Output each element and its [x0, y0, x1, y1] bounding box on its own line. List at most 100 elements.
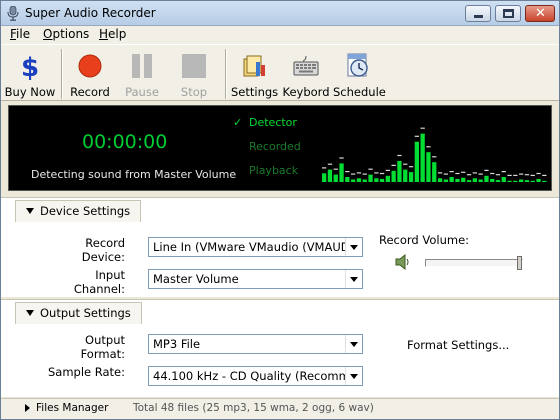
- spectrum-bar: [472, 178, 477, 182]
- dropdown-arrow-icon: [345, 367, 362, 385]
- record-device-value: Line In (VMware VMaudio (VMAUDIO) (V: [153, 240, 363, 254]
- spectrum-peak: [524, 174, 530, 176]
- spectrum-bar: [507, 180, 512, 182]
- record-device-select[interactable]: Line In (VMware VMaudio (VMAUDIO) (V: [148, 237, 363, 257]
- spectrum-bar: [322, 173, 327, 182]
- spectrum-peak: [443, 173, 448, 175]
- spectrum-peak: [333, 168, 338, 170]
- spectrum-peak: [356, 172, 362, 174]
- schedule-button[interactable]: Schedule: [333, 49, 386, 99]
- mode-recorded[interactable]: Recorded: [249, 140, 301, 153]
- spectrum-bar: [420, 133, 425, 182]
- input-channel-select[interactable]: Master Volume: [148, 269, 363, 289]
- sample-rate-select[interactable]: 44.100 kHz - CD Quality (Recommend): [148, 366, 363, 386]
- menu-bar: File Options Help: [1, 26, 559, 44]
- format-settings-link[interactable]: Format Settings...: [407, 338, 509, 352]
- spectrum-peak: [478, 173, 483, 175]
- schedule-icon: [347, 53, 368, 77]
- spectrum-bar: [379, 178, 385, 182]
- output-settings-title: Output Settings: [40, 306, 131, 320]
- settings-icon: [243, 55, 265, 77]
- spectrum-peak: [455, 172, 460, 175]
- spectrum-bar: [501, 177, 506, 182]
- close-icon: ✕: [535, 6, 546, 21]
- output-settings-header[interactable]: Output Settings: [15, 302, 142, 324]
- spectrum-bar: [414, 141, 419, 182]
- menu-file[interactable]: File: [10, 27, 30, 41]
- mode-detector[interactable]: Detector: [249, 116, 297, 129]
- app-window: Super Audio Recorder ✕ File Options Help…: [0, 0, 560, 420]
- minimize-button[interactable]: [465, 5, 491, 22]
- spectrum-peak: [362, 173, 367, 175]
- spectrum-bar: [351, 179, 356, 182]
- spectrum-peak: [327, 163, 333, 165]
- settings-label: Settings: [231, 85, 279, 99]
- stop-icon: [182, 54, 206, 78]
- spectrum-bar: [333, 174, 338, 182]
- toolbar-separator: [61, 49, 63, 99]
- schedule-label: Schedule: [333, 85, 386, 99]
- window-title: Super Audio Recorder: [25, 6, 156, 20]
- spectrum-bar: [345, 177, 350, 182]
- stop-button[interactable]: Stop: [171, 49, 217, 99]
- microphone-icon: [7, 6, 19, 21]
- spectrum-peak: [437, 172, 443, 174]
- buy-now-label: Buy Now: [4, 85, 56, 99]
- collapse-arrow-icon: [26, 208, 34, 214]
- title-bar[interactable]: Super Audio Recorder ✕: [1, 1, 559, 26]
- buy-now-button[interactable]: $ Buy Now: [3, 49, 57, 99]
- toolbar-separator: [225, 49, 227, 99]
- spectrum-peak: [490, 172, 495, 175]
- spectrum-peak: [530, 174, 535, 176]
- record-volume-track[interactable]: [425, 259, 523, 267]
- files-summary: Total 48 files (25 mp3, 15 wma, 2 ogg, 6…: [133, 402, 374, 414]
- spectrum-bar: [449, 177, 454, 182]
- spectrum-bar: [536, 178, 541, 182]
- spectrum-peak: [507, 174, 512, 176]
- spectrum-bar: [426, 152, 431, 182]
- files-manager-label[interactable]: Files Manager: [36, 402, 108, 414]
- maximize-button[interactable]: [495, 5, 521, 22]
- keyboard-icon: [293, 56, 319, 76]
- spectrum-bar: [455, 178, 460, 182]
- spectrum-bar: [368, 174, 373, 182]
- record-button[interactable]: Record: [67, 49, 113, 99]
- spectrum-bar: [490, 178, 495, 182]
- spectrum-bar: [374, 178, 379, 182]
- device-settings-header[interactable]: Device Settings: [15, 200, 142, 222]
- menu-help[interactable]: Help: [99, 27, 126, 41]
- toolbar: $ Buy Now Record Pause Stop Settings Key…: [1, 44, 559, 101]
- spectrum-bar: [484, 175, 489, 182]
- spectrum-peak: [339, 157, 344, 159]
- spectrum-peak: [542, 174, 547, 176]
- stop-label: Stop: [180, 85, 208, 99]
- spectrum-bar: [530, 180, 535, 182]
- output-format-select[interactable]: MP3 File: [148, 334, 363, 354]
- record-volume-thumb[interactable]: [517, 256, 523, 270]
- close-button[interactable]: ✕: [525, 5, 555, 22]
- spectrum-peak: [351, 173, 356, 175]
- sample-rate-value: 44.100 kHz - CD Quality (Recommend): [153, 369, 363, 383]
- dropdown-arrow-icon: [345, 270, 362, 288]
- checkmark-icon: ✓: [233, 116, 243, 129]
- pause-button[interactable]: Pause: [119, 49, 165, 99]
- spectrum-peak: [403, 163, 408, 165]
- output-format-label: Output Format:: [80, 333, 125, 361]
- svg-text:$: $: [21, 53, 39, 81]
- spectrum-peak: [484, 169, 489, 171]
- spectrum-peak: [449, 171, 454, 173]
- spectrum-peak: [472, 172, 477, 174]
- spectrum-peak: [432, 156, 437, 158]
- speaker-icon: [395, 254, 409, 270]
- keyboard-button[interactable]: Keybord: [281, 49, 331, 99]
- files-manager-bar[interactable]: Files Manager Total 48 files (25 mp3, 15…: [1, 398, 559, 419]
- record-label: Record: [70, 85, 110, 99]
- expand-arrow-icon: [25, 404, 30, 412]
- spectrum-peak: [536, 172, 541, 175]
- mode-playback[interactable]: Playback: [249, 164, 298, 177]
- settings-button[interactable]: Settings: [231, 49, 279, 99]
- spectrum-bar: [524, 180, 530, 182]
- menu-options[interactable]: Options: [43, 27, 89, 41]
- pause-icon: [132, 54, 152, 78]
- spectrum-peak: [345, 171, 350, 173]
